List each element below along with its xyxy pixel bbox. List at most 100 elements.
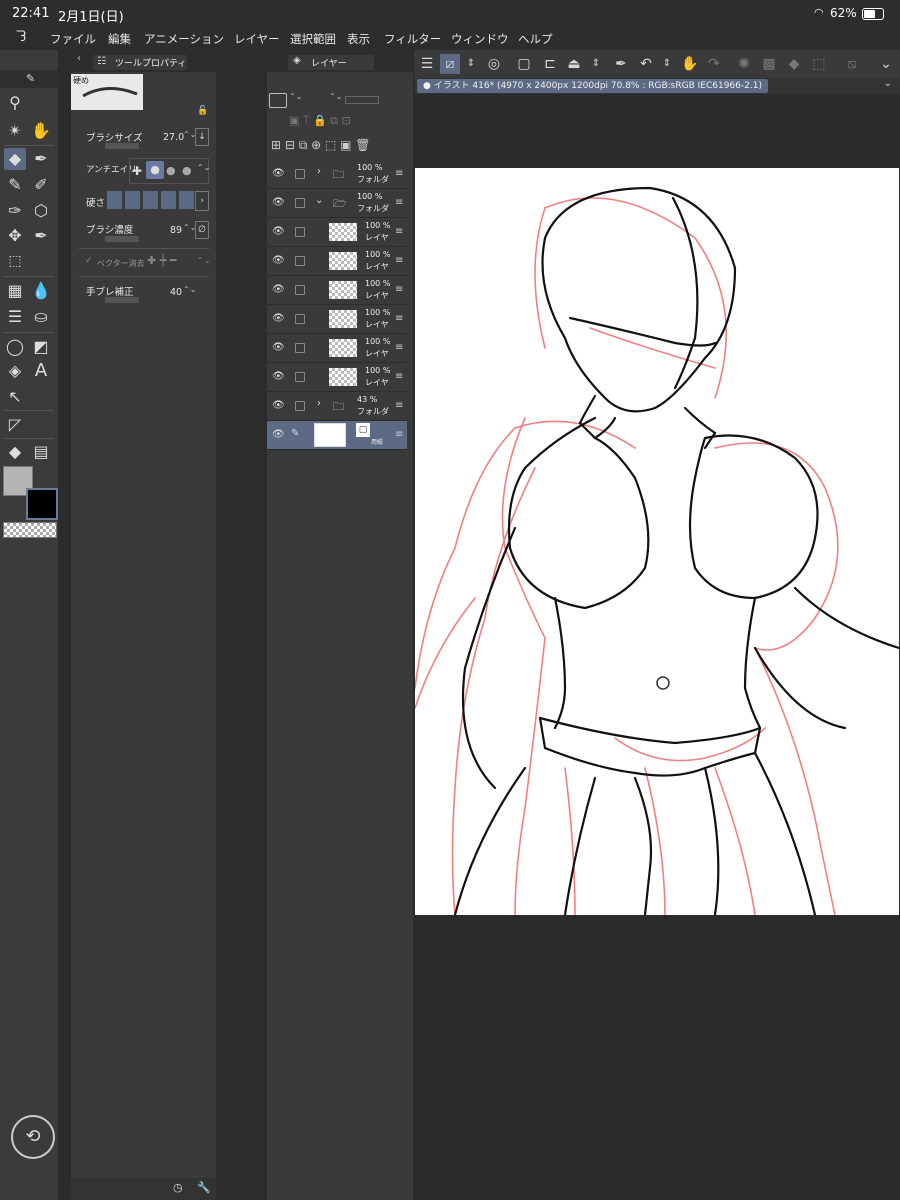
layer-checkbox[interactable] <box>295 256 305 266</box>
layer-row[interactable]: 👁 › 🗀 100 % フォルダ ≡ <box>267 160 407 189</box>
eraser-tool-icon[interactable]: ◆ <box>4 148 26 170</box>
layer-menu-icon[interactable]: ≡ <box>395 429 403 440</box>
layer-checkbox[interactable] <box>295 343 305 353</box>
chevron-updown-icon[interactable]: ⇕ <box>657 54 677 74</box>
vector-pen-icon[interactable]: ✑ <box>4 200 26 222</box>
opacity-slider[interactable] <box>345 96 379 104</box>
chevron-right-icon[interactable]: › <box>317 398 321 409</box>
menu-selection[interactable]: 選択範囲 <box>290 31 336 47</box>
antialias-mid-icon[interactable]: ● <box>166 164 176 177</box>
visibility-eye-icon[interactable]: 👁 <box>272 400 285 411</box>
collapse-chevron-icon[interactable]: ⌄ <box>876 54 896 74</box>
transform-icon[interactable]: ⬚ <box>809 54 829 74</box>
layer-lock-tools-icon[interactable]: ▣ ⍑ 🔒 ⧉ ⊡ <box>289 114 351 128</box>
layer-menu-icon[interactable]: ≡ <box>395 226 403 237</box>
brush-preview[interactable]: 硬め <box>71 74 143 110</box>
layer-checkbox[interactable] <box>295 401 305 411</box>
menu-layer[interactable]: レイヤー <box>234 31 280 47</box>
visibility-eye-icon[interactable]: 👁 <box>272 371 285 382</box>
layer-row[interactable]: 👁 › 🗀 43 % フォルダ ≡ <box>267 392 407 421</box>
hand-tool-icon[interactable]: ✋ <box>30 120 52 142</box>
fill-selection-icon[interactable]: ▩ <box>759 54 779 74</box>
stepper-icon[interactable]: ⌃⌄ <box>197 256 210 265</box>
move-icon[interactable]: ✥ <box>4 225 26 247</box>
lasso-icon[interactable]: ◯ <box>4 336 26 358</box>
layer-row[interactable]: 👁 100 % レイヤ ≡ <box>267 363 407 392</box>
app-logo-icon[interactable]: ᘊ <box>16 29 26 45</box>
menu-help[interactable]: ヘルプ <box>518 31 553 47</box>
wrench-icon[interactable]: 🔧 <box>197 1181 211 1194</box>
airbrush-icon[interactable]: ⛀ <box>30 306 52 328</box>
chevron-right-icon[interactable]: › <box>195 191 209 211</box>
layer-menu-icon[interactable]: ≡ <box>395 400 403 411</box>
gradient-lines-icon[interactable]: ☰ <box>4 306 26 328</box>
layer-row-paper[interactable]: 👁 ✎ ▢ 用紙 ≡ <box>267 421 407 450</box>
3d-box-icon[interactable]: ⬡ <box>30 200 52 222</box>
menu-window[interactable]: ウィンドウ <box>451 31 509 47</box>
hamburger-icon[interactable]: ☰ <box>417 54 437 74</box>
frame-icon[interactable]: ▤ <box>30 441 52 463</box>
new-canvas-icon[interactable]: ▢ <box>514 54 534 74</box>
deselect-icon[interactable]: ⧅ <box>842 54 862 74</box>
vector-erase-options-icon[interactable]: ✚ ┿ ━ <box>147 254 176 267</box>
layer-row[interactable]: 👁 100 % レイヤ ≡ <box>267 305 407 334</box>
redo-icon[interactable]: ↷ <box>704 54 724 74</box>
fill-bucket-icon[interactable]: ◈ <box>4 360 26 382</box>
ink-pen-icon[interactable]: ✒ <box>30 225 52 247</box>
visibility-eye-icon[interactable]: 👁 <box>272 429 285 440</box>
chevron-down-icon[interactable]: ⌄ <box>315 195 323 206</box>
menu-filter[interactable]: フィルター <box>384 31 441 47</box>
loading-icon[interactable]: ✺ <box>734 54 754 74</box>
visibility-eye-icon[interactable]: 👁 <box>272 284 285 295</box>
hardness-selector[interactable] <box>107 191 195 209</box>
hardness-step[interactable] <box>107 191 122 209</box>
stepper-icon[interactable]: ⌃⌄ <box>183 285 196 294</box>
layer-row[interactable]: 👁 100 % レイヤ ≡ <box>267 276 407 305</box>
blend-mode-select[interactable] <box>269 93 287 108</box>
visibility-eye-icon[interactable]: 👁 <box>272 226 285 237</box>
layer-checkbox[interactable] <box>295 227 305 237</box>
stepper-icon[interactable]: ⌃⌄ <box>289 92 302 101</box>
spiral-icon[interactable]: ◎ <box>484 54 504 74</box>
layer-action-icons[interactable]: ⊞ ⊟ ⧉ ⊕ ⬚ ▣ 🗑 <box>271 138 371 153</box>
save-icon[interactable]: ⏏ <box>564 54 584 74</box>
layer-checkbox[interactable] <box>295 285 305 295</box>
sub-color-swatch[interactable] <box>26 488 58 520</box>
text-tool-icon[interactable]: A <box>30 360 52 382</box>
brush-icon[interactable]: ✐ <box>30 174 52 196</box>
undo-icon[interactable]: ↶ <box>636 54 656 74</box>
hardness-step[interactable] <box>161 191 176 209</box>
density-slider[interactable] <box>105 236 139 242</box>
layer-row[interactable]: 👁 ⌄ 🗁 100 % フォルダ ≡ <box>267 189 407 218</box>
zoom-icon[interactable]: ⚲ <box>4 92 26 114</box>
magic-wand-icon[interactable]: ✴ <box>4 120 26 142</box>
hand-icon[interactable]: ✋ <box>680 54 700 74</box>
tab-menu-chevron-icon[interactable]: ⌄ <box>884 78 892 89</box>
layer-menu-icon[interactable]: ≡ <box>395 168 403 179</box>
layer-row[interactable]: 👁 100 % レイヤ ≡ <box>267 247 407 276</box>
layer-menu-icon[interactable]: ≡ <box>395 313 403 324</box>
antialias-none-icon[interactable]: ✚ <box>132 164 142 178</box>
stabilization-slider[interactable] <box>105 297 139 303</box>
hardness-step[interactable] <box>125 191 140 209</box>
checkbox-icon[interactable]: ✓ <box>85 256 93 266</box>
layer-checkbox[interactable] <box>295 314 305 324</box>
visibility-eye-icon[interactable]: 👁 <box>272 313 285 324</box>
brush-tab-icon[interactable]: ✎ <box>26 72 35 85</box>
layer-menu-icon[interactable]: ≡ <box>395 371 403 382</box>
menu-view[interactable]: 表示 <box>347 31 370 47</box>
reset-icon[interactable]: ◷ <box>173 1181 183 1194</box>
transparent-color-swatch[interactable] <box>3 522 57 538</box>
drawing-canvas[interactable] <box>414 168 900 917</box>
eyedropper-icon[interactable]: ✒ <box>611 54 631 74</box>
rotate-button[interactable]: ⟲ <box>11 1115 55 1159</box>
visibility-eye-icon[interactable]: 👁 <box>272 168 285 179</box>
antialias-selector[interactable]: ✚ ● ● ● ⌃⌄ <box>129 158 210 184</box>
snap-icon[interactable]: ⧄ <box>440 54 460 74</box>
layer-menu-icon[interactable]: ≡ <box>395 284 403 295</box>
menu-animation[interactable]: アニメーション <box>144 31 224 47</box>
object-select-icon[interactable]: ↖ <box>4 386 26 408</box>
layer-menu-icon[interactable]: ≡ <box>395 255 403 266</box>
ruler-icon[interactable]: ◸ <box>4 414 26 436</box>
hardness-step[interactable] <box>143 191 158 209</box>
